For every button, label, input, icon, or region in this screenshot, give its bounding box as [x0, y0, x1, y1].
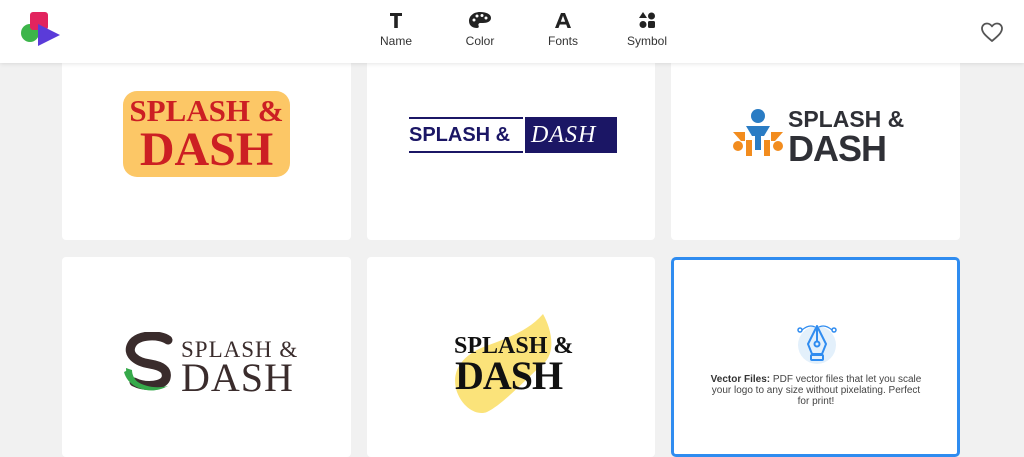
logo-card-4[interactable]: SPLASH & DASH — [62, 257, 351, 457]
shapes-icon — [639, 12, 655, 28]
people-symbol-icon — [733, 109, 783, 156]
nav-fonts[interactable]: Fonts — [523, 6, 603, 58]
vector-files-title: Vector Files: — [710, 374, 771, 385]
pen-tool-icon — [797, 325, 837, 364]
logo-grid: SPLASH & DASH SPLASH & DASH SPLASH & DAS… — [0, 0, 1024, 457]
logo-5-line2: DASH — [455, 353, 563, 398]
nav-color[interactable]: Color — [440, 6, 520, 58]
logo-2: SPLASH & DASH — [409, 117, 619, 155]
logo-2-rule-top — [409, 117, 523, 119]
heart-icon[interactable] — [978, 18, 1006, 46]
editor-nav: Name Color Fonts Symbol — [0, 0, 1024, 63]
nav-symbol-label: Symbol — [626, 34, 667, 48]
logo-1-badge: SPLASH & DASH — [123, 91, 290, 177]
logo-card-5[interactable]: SPLASH & DASH — [367, 257, 655, 457]
logo-2-line1: SPLASH & — [409, 124, 511, 146]
vector-files-description: Vector Files: PDF vector files that let … — [710, 374, 922, 407]
palette-icon — [469, 12, 491, 28]
nav-name-label: Name — [379, 34, 412, 48]
logo-2-rule-bottom — [409, 151, 523, 153]
logo-2-box: DASH — [525, 117, 617, 153]
nav-name[interactable]: Name — [356, 6, 436, 58]
nav-color-label: Color — [465, 34, 495, 48]
logo-1-line2: DASH — [139, 123, 274, 176]
font-A-icon — [555, 13, 571, 28]
nav-fonts-label: Fonts — [547, 34, 578, 48]
logo-card-1[interactable]: SPLASH & DASH — [62, 40, 351, 240]
logo-2-line2: DASH — [531, 122, 597, 148]
logo-3-line2: DASH — [788, 128, 887, 169]
top-bar: Name Color Fonts Symbol — [0, 0, 1024, 63]
vector-files-card[interactable]: Vector Files: PDF vector files that let … — [671, 257, 960, 457]
text-T-icon — [390, 13, 402, 28]
logo-4-line2: DASH — [181, 355, 294, 400]
logo-card-3[interactable]: SPLASH & DASH — [671, 40, 960, 240]
s-monogram-icon — [124, 332, 173, 391]
logo-card-2[interactable]: SPLASH & DASH — [367, 40, 655, 240]
nav-symbol[interactable]: Symbol — [607, 6, 687, 58]
